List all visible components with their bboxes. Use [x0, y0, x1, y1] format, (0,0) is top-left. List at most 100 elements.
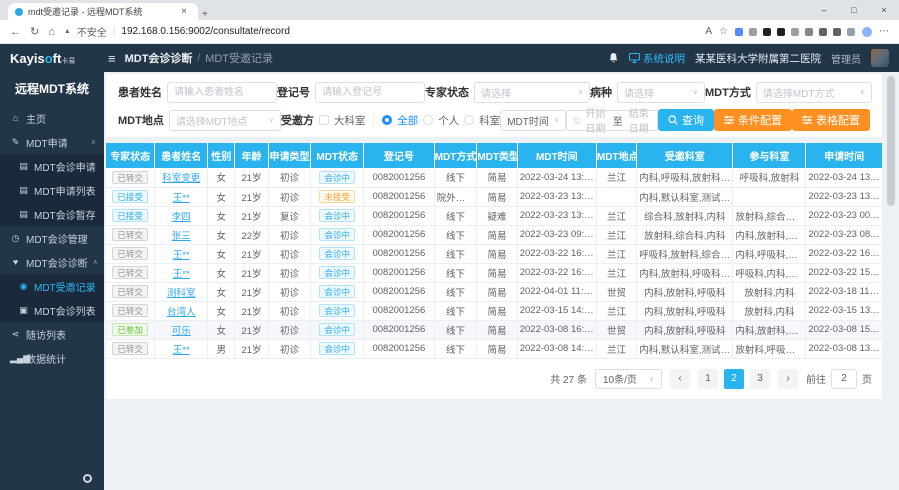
- system-info-link[interactable]: 系统说明: [629, 51, 685, 66]
- radio-dept[interactable]: [464, 115, 474, 125]
- profile-avatar[interactable]: [862, 27, 872, 37]
- extension-icon[interactable]: [833, 28, 841, 36]
- patient-name-link[interactable]: 李四: [172, 212, 191, 223]
- user-avatar[interactable]: [871, 49, 889, 67]
- patient-name-link[interactable]: 科室变更: [162, 173, 200, 184]
- sidebar-item-mdt-manage[interactable]: ◷MDT会诊管理: [0, 226, 104, 250]
- page-button-3[interactable]: 3: [750, 369, 770, 389]
- maximize-button[interactable]: □: [839, 5, 869, 15]
- cell-gender: 女: [208, 244, 235, 263]
- column-header-mdt_status[interactable]: MDT状态: [311, 143, 364, 168]
- sidebar-item-mdt-apply-form[interactable]: ▤MDT会诊申请: [0, 154, 104, 178]
- cell-mdt_status: 会诊中: [311, 301, 364, 320]
- reg-no-input[interactable]: [315, 82, 425, 103]
- expert-status-select[interactable]: 请选择∨: [474, 82, 590, 103]
- patient-name-link[interactable]: 测科室: [167, 288, 196, 299]
- bell-icon[interactable]: [608, 52, 619, 64]
- cell-apply_time: 2022-03-08 15:24:58: [806, 320, 882, 339]
- page-button-1[interactable]: 1: [698, 369, 718, 389]
- column-header-joined_depts[interactable]: 参与科室: [733, 143, 806, 168]
- mdt-place-select[interactable]: 请选择MDT地点∨: [169, 110, 281, 131]
- main-content: 患者姓名 登记号 专家状态 请选择∨ 病种 请选择∨: [104, 72, 899, 490]
- tab-close-icon[interactable]: ×: [177, 6, 191, 17]
- column-header-age[interactable]: 年龄: [235, 143, 268, 168]
- reload-icon[interactable]: ↻: [30, 25, 39, 38]
- patient-name-link[interactable]: 王**: [173, 193, 190, 204]
- date-range-picker[interactable]: 开始日期 至 结束日期: [566, 110, 658, 131]
- next-page-button[interactable]: ›: [778, 369, 798, 389]
- column-header-invited_depts[interactable]: 受邀科室: [637, 143, 733, 168]
- column-header-apply_time[interactable]: 申请时间: [806, 143, 882, 168]
- close-button[interactable]: ×: [869, 5, 899, 15]
- text-size-icon[interactable]: A: [705, 26, 712, 37]
- sidebar-item-mdt-invite-record[interactable]: ◉MDT受邀记录: [0, 274, 104, 298]
- patient-name-link[interactable]: 王**: [173, 250, 190, 261]
- disease-select[interactable]: 请选择∨: [617, 82, 705, 103]
- extension-icon[interactable]: [777, 28, 785, 36]
- cell-expert_status: 已转交: [106, 301, 155, 320]
- favicon: [15, 8, 23, 16]
- back-icon[interactable]: ←: [10, 26, 21, 38]
- patient-name-link[interactable]: 王**: [173, 345, 190, 356]
- sidebar-item-stats[interactable]: ▂▄▆数据统计: [0, 346, 104, 370]
- extension-icon[interactable]: [763, 28, 771, 36]
- sidebar-item-mdt-consult-list[interactable]: ▣MDT会诊列表: [0, 298, 104, 322]
- search-button[interactable]: 查询: [658, 109, 714, 131]
- extension-icon[interactable]: [819, 28, 827, 36]
- patient-name-link[interactable]: 张三: [172, 231, 191, 242]
- extension-icon[interactable]: [847, 28, 855, 36]
- user-role[interactable]: 管理员: [831, 51, 861, 66]
- patient-name-link[interactable]: 王**: [173, 269, 190, 280]
- extension-icon[interactable]: [805, 28, 813, 36]
- column-header-mdt_time[interactable]: MDT时间: [517, 143, 596, 168]
- time-field-select[interactable]: MDT时间∨: [500, 110, 566, 131]
- column-header-mdt_type[interactable]: MDT类型: [477, 143, 517, 168]
- column-header-name[interactable]: 患者姓名: [155, 143, 208, 168]
- url-bar[interactable]: ▲ 不安全 | 192.168.0.156:9002/consultate/re…: [64, 24, 696, 39]
- column-header-mdt_place[interactable]: MDT地点: [596, 143, 636, 168]
- status-tag: 已接受: [112, 209, 148, 222]
- patient-name-link[interactable]: 台湾人: [167, 307, 196, 318]
- more-icon[interactable]: ⋯: [879, 26, 889, 37]
- table-config-button[interactable]: 表格配置: [792, 109, 870, 131]
- cell-mdt_time: 2022-03-22 16:50:00: [517, 263, 596, 282]
- extension-icon[interactable]: [791, 28, 799, 36]
- page-scrollbar[interactable]: [887, 76, 895, 206]
- collapse-menu-icon[interactable]: ≡: [108, 51, 116, 66]
- page-button-2[interactable]: 2: [724, 369, 744, 389]
- sidebar-item-mdt-diagnosis[interactable]: ♥MDT会诊诊断∧: [0, 250, 104, 274]
- column-header-reg_no[interactable]: 登记号: [364, 143, 435, 168]
- prev-page-button[interactable]: ‹: [670, 369, 690, 389]
- favorite-star-icon[interactable]: ☆: [719, 26, 728, 37]
- browser-tab[interactable]: mdt受邀记录 - 远程MDT系统 ×: [8, 3, 198, 20]
- sidebar-item-home[interactable]: ⌂主页: [0, 106, 104, 130]
- patient-name-link[interactable]: 可乐: [172, 326, 191, 337]
- column-header-mdt_mode[interactable]: MDT方式: [434, 143, 477, 168]
- new-tab-button[interactable]: +: [198, 9, 212, 20]
- page-size-select[interactable]: 10条/页∨: [595, 369, 662, 389]
- sidebar-item-followup-list[interactable]: ⋖随访列表: [0, 322, 104, 346]
- status-tag: 已转交: [112, 342, 148, 355]
- column-header-apply_type[interactable]: 申请类型: [268, 143, 311, 168]
- minimize-button[interactable]: –: [809, 5, 839, 15]
- goto-page-input[interactable]: [831, 369, 857, 389]
- sidebar-item-mdt-apply[interactable]: ✎MDT申请∧: [0, 130, 104, 154]
- radio-personal[interactable]: [423, 115, 433, 125]
- extension-icon[interactable]: [749, 28, 757, 36]
- edit-icon: ✎: [10, 137, 21, 148]
- column-header-gender[interactable]: 性别: [208, 143, 235, 168]
- patient-name-input[interactable]: [167, 82, 277, 103]
- sidebar-item-mdt-apply-list[interactable]: ▤MDT申请列表: [0, 178, 104, 202]
- extension-icon[interactable]: [735, 28, 743, 36]
- mdt-mode-select[interactable]: 请选择MDT方式∨: [756, 82, 872, 103]
- home-icon[interactable]: ⌂: [48, 26, 55, 38]
- sidebar-item-mdt-apply-draft[interactable]: ▤MDT会诊暂存: [0, 202, 104, 226]
- condition-config-button[interactable]: 条件配置: [714, 109, 792, 131]
- column-header-expert_status[interactable]: 专家状态: [106, 143, 155, 168]
- breadcrumb-page: MDT受邀记录: [205, 50, 273, 66]
- radio-all[interactable]: [382, 115, 392, 125]
- status-tag: 会诊中: [319, 228, 355, 241]
- major-dept-checkbox[interactable]: [319, 115, 329, 125]
- settings-gear-icon[interactable]: [83, 474, 92, 483]
- cell-name: 王**: [155, 339, 208, 358]
